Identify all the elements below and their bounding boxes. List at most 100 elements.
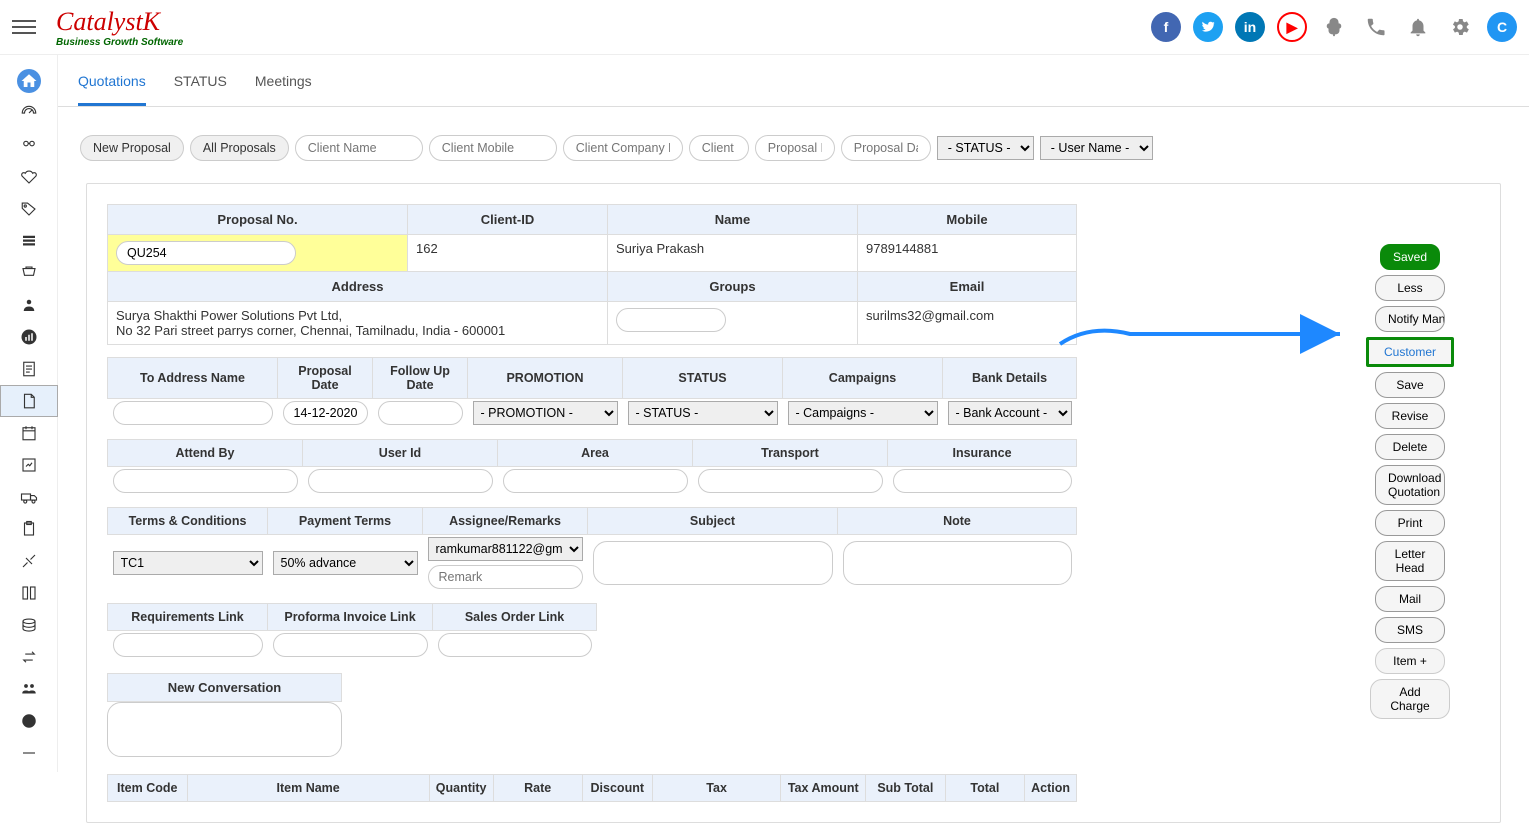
prop-date-input[interactable] xyxy=(283,401,368,425)
h-action: Action xyxy=(1025,775,1077,802)
hamburger-icon[interactable] xyxy=(12,16,36,38)
nav-dashboard-icon[interactable] xyxy=(0,97,58,129)
h-camp: Campaigns xyxy=(783,358,943,399)
h-name: Name xyxy=(608,205,858,235)
sms-button[interactable]: SMS xyxy=(1375,617,1445,643)
to-addr-input[interactable] xyxy=(113,401,273,425)
nav-calendar-icon[interactable] xyxy=(0,417,58,449)
delete-button[interactable]: Delete xyxy=(1375,434,1445,460)
twitter-icon[interactable] xyxy=(1193,12,1223,42)
brain-icon[interactable] xyxy=(1319,12,1349,42)
nav-file-icon[interactable] xyxy=(0,385,58,417)
follow-date-input[interactable] xyxy=(378,401,463,425)
address-cell: Surya Shakthi Power Solutions Pvt Ltd, N… xyxy=(108,302,608,345)
phone-icon[interactable] xyxy=(1361,12,1391,42)
nav-truck-icon[interactable] xyxy=(0,481,58,513)
youtube-icon[interactable]: ▶ xyxy=(1277,12,1307,42)
nav-money-icon[interactable] xyxy=(0,609,58,641)
convo-textarea[interactable] xyxy=(107,702,342,757)
convo-header: New Conversation xyxy=(107,673,342,702)
pi-link-input[interactable] xyxy=(273,633,428,657)
bell-icon[interactable] xyxy=(1403,12,1433,42)
groups-input[interactable] xyxy=(616,308,726,332)
avatar[interactable]: C xyxy=(1487,12,1517,42)
client-id-filter[interactable] xyxy=(689,135,749,161)
nav-more-icon[interactable] xyxy=(0,737,58,769)
status-select[interactable]: - STATUS - xyxy=(628,401,778,425)
campaign-select[interactable]: - Campaigns - xyxy=(788,401,938,425)
all-proposals-button[interactable]: All Proposals xyxy=(190,135,289,161)
nav-stack-icon[interactable] xyxy=(0,225,58,257)
revise-button[interactable]: Revise xyxy=(1375,403,1445,429)
nav-exchange-icon[interactable] xyxy=(0,641,58,673)
h-rate: Rate xyxy=(493,775,582,802)
h-follow: Follow Up Date xyxy=(373,358,468,399)
nav-tag-icon[interactable] xyxy=(0,193,58,225)
facebook-icon[interactable]: f xyxy=(1151,12,1181,42)
subject-input[interactable] xyxy=(593,541,833,585)
gear-icon[interactable] xyxy=(1445,12,1475,42)
nav-users-icon[interactable] xyxy=(0,289,58,321)
h-total: Total xyxy=(945,775,1025,802)
tab-status[interactable]: STATUS xyxy=(174,65,227,106)
client-company-filter[interactable] xyxy=(563,135,683,161)
new-proposal-button[interactable]: New Proposal xyxy=(80,135,184,161)
user-filter[interactable]: - User Name - xyxy=(1040,136,1153,160)
h-terms: Terms & Conditions xyxy=(108,508,268,535)
nav-cart-icon[interactable] xyxy=(0,257,58,289)
proposal-no-filter[interactable] xyxy=(755,135,835,161)
h-to-addr: To Address Name xyxy=(108,358,278,399)
notify-manager-button[interactable]: Notify Manager xyxy=(1375,306,1445,332)
attend-input[interactable] xyxy=(113,469,298,493)
userid-input[interactable] xyxy=(308,469,493,493)
saved-badge: Saved xyxy=(1380,244,1440,270)
status-filter[interactable]: - STATUS - xyxy=(937,136,1034,160)
req-link-input[interactable] xyxy=(113,633,263,657)
mail-button[interactable]: Mail xyxy=(1375,586,1445,612)
nav-globe-icon[interactable] xyxy=(0,705,58,737)
nav-deal-icon[interactable] xyxy=(0,161,58,193)
tab-quotations[interactable]: Quotations xyxy=(78,65,146,106)
nav-layout-icon[interactable] xyxy=(0,577,58,609)
logo[interactable]: CatalystK Business Growth Software xyxy=(56,7,183,48)
h-assignee: Assignee/Remarks xyxy=(423,508,588,535)
proposal-date-filter[interactable] xyxy=(841,135,931,161)
nav-home-icon[interactable] xyxy=(17,69,41,93)
customer-button[interactable]: Customer xyxy=(1366,337,1454,367)
address-line1: Surya Shakthi Power Solutions Pvt Ltd, xyxy=(116,308,599,323)
less-button[interactable]: Less xyxy=(1375,275,1445,301)
nav-search-icon[interactable] xyxy=(0,129,58,161)
tab-meetings[interactable]: Meetings xyxy=(255,65,312,106)
print-button[interactable]: Print xyxy=(1375,510,1445,536)
letter-head-button[interactable]: Letter Head xyxy=(1375,541,1445,581)
nav-doc-icon[interactable] xyxy=(0,353,58,385)
item-add-button[interactable]: Item + xyxy=(1375,648,1445,674)
groups-cell xyxy=(608,302,858,345)
h-pay: Payment Terms xyxy=(268,508,423,535)
nav-clipboard-icon[interactable] xyxy=(0,513,58,545)
linkedin-icon[interactable]: in xyxy=(1235,12,1265,42)
add-charge-button[interactable]: Add Charge xyxy=(1370,679,1450,719)
note-input[interactable] xyxy=(843,541,1072,585)
nav-chart-icon[interactable] xyxy=(0,321,58,353)
area-input[interactable] xyxy=(503,469,688,493)
promo-select[interactable]: - PROMOTION - xyxy=(473,401,618,425)
remark-input[interactable] xyxy=(428,565,583,589)
pay-select[interactable]: 50% advance xyxy=(273,551,418,575)
transport-input[interactable] xyxy=(698,469,883,493)
so-link-input[interactable] xyxy=(438,633,592,657)
download-button[interactable]: Download Quotation xyxy=(1375,465,1445,505)
nav-report-icon[interactable] xyxy=(0,449,58,481)
client-name-filter[interactable] xyxy=(295,135,423,161)
h-groups: Groups xyxy=(608,272,858,302)
nav-tools-icon[interactable] xyxy=(0,545,58,577)
bank-select[interactable]: - Bank Account - xyxy=(948,401,1072,425)
insurance-input[interactable] xyxy=(893,469,1072,493)
proposal-no-input[interactable] xyxy=(116,241,296,265)
assignee-select[interactable]: ramkumar881122@gmai xyxy=(428,537,583,561)
nav-people-icon[interactable] xyxy=(0,673,58,705)
client-mobile-filter[interactable] xyxy=(429,135,557,161)
terms-select[interactable]: TC1 xyxy=(113,551,263,575)
client-id-cell: 162 xyxy=(408,235,608,272)
save-button[interactable]: Save xyxy=(1375,372,1445,398)
